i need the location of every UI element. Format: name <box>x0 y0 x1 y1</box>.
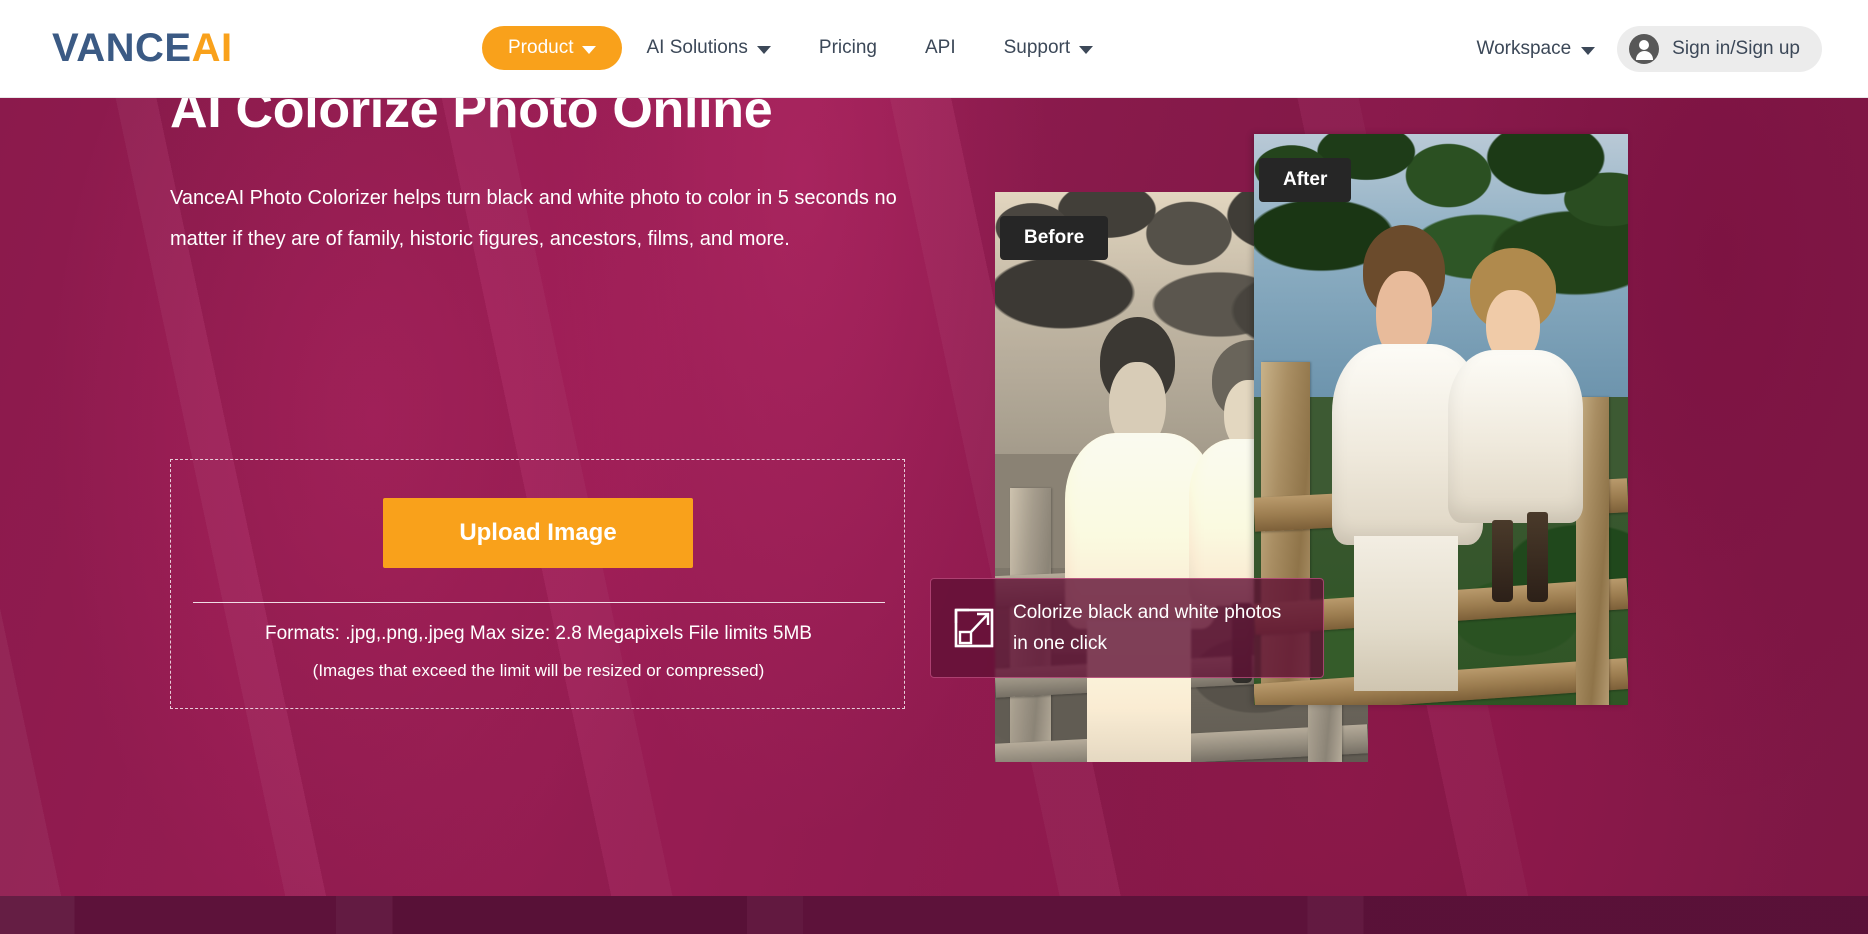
nav-item-ai-solutions[interactable]: AI Solutions <box>622 26 794 70</box>
workspace-menu[interactable]: Workspace <box>1476 38 1607 60</box>
signin-signup-button[interactable]: Sign in/Sign up <box>1617 26 1822 72</box>
nav-label-api: API <box>924 37 956 58</box>
girl-figure <box>1448 248 1584 625</box>
woman-skirt <box>1353 535 1458 692</box>
chevron-down-icon <box>582 46 597 54</box>
feature-callout: Colorize black and white photos in one c… <box>930 578 1324 678</box>
workspace-label: Workspace <box>1476 38 1572 59</box>
upload-note-text: (Images that exceed the limit will be re… <box>312 661 765 680</box>
nav-item-api[interactable]: API <box>901 26 980 70</box>
before-label: Before <box>1000 216 1109 260</box>
girl-boot-right <box>1526 511 1549 603</box>
signin-label: Sign in/Sign up <box>1672 38 1800 59</box>
upload-formats-text: Formats: .jpg,.png,.jpeg Max size: 2.8 M… <box>265 623 812 644</box>
callout-text: Colorize black and white photos in one c… <box>1013 602 1282 654</box>
nav-item-pricing[interactable]: Pricing <box>795 26 901 70</box>
nav-label-product: Product <box>508 37 574 58</box>
logo-text-ai: AI <box>191 26 233 70</box>
vanceai-logo[interactable]: VANCEAI <box>52 26 233 70</box>
hero-bottom-band <box>0 896 1868 934</box>
header-actions: Workspace Sign in/Sign up <box>1476 26 1822 72</box>
nav-label-support: Support <box>1003 37 1071 58</box>
logo-text-vance: VANCE <box>52 26 192 70</box>
site-header: VANCEAI Product AI Solutions Pricing API… <box>0 0 1868 98</box>
after-label: After <box>1259 158 1352 202</box>
chevron-down-icon <box>1079 46 1094 54</box>
chevron-down-icon <box>756 46 771 54</box>
chevron-down-icon <box>1581 47 1596 55</box>
hero-description: VanceAI Photo Colorizer helps turn black… <box>170 187 897 250</box>
nav-item-product[interactable]: Product <box>482 26 623 70</box>
expand-arrow-icon <box>954 608 994 648</box>
upload-dropzone[interactable]: Upload Image Formats: .jpg,.png,.jpeg Ma… <box>170 459 905 709</box>
user-avatar-icon <box>1629 34 1660 64</box>
divider <box>193 602 885 603</box>
upload-image-button[interactable]: Upload Image <box>383 498 693 568</box>
nav-item-support[interactable]: Support <box>980 26 1118 70</box>
girl-dress <box>1448 349 1584 524</box>
girl-boot-left <box>1491 519 1514 603</box>
hero-copy: AI Colorize Photo Online VanceAI Photo C… <box>170 80 930 260</box>
main-navigation: Product AI Solutions Pricing API Support <box>482 26 1117 70</box>
nav-label-ai-solutions: AI Solutions <box>646 37 748 58</box>
nav-label-pricing: Pricing <box>818 37 877 58</box>
